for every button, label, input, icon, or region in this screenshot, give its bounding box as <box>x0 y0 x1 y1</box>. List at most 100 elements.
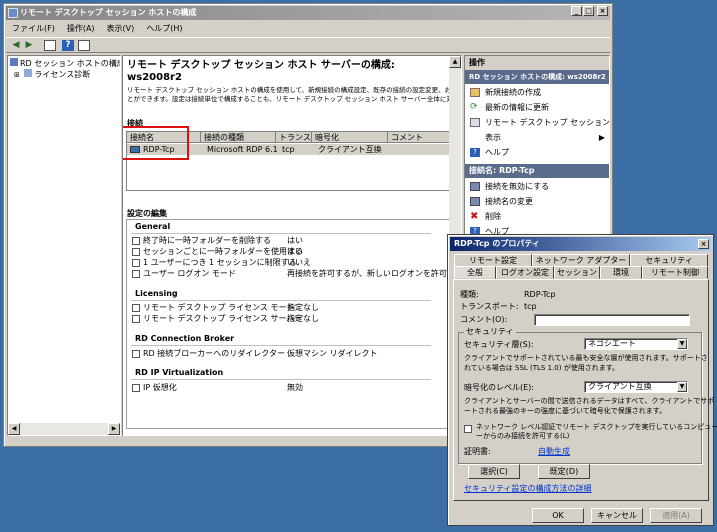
window-title: リモート デスクトップ セッション ホストの構成 <box>20 8 197 17</box>
rename-icon <box>470 197 480 206</box>
action-pane-icon[interactable] <box>78 40 90 51</box>
dialog-title: RDP-Tcp のプロパティ <box>454 239 540 248</box>
column-header[interactable]: トランス... <box>276 132 312 143</box>
scroll-right-icon[interactable]: ▶ <box>108 423 120 435</box>
menu-help[interactable]: ヘルプ(H) <box>140 22 188 36</box>
tree-root[interactable]: RD セッション ホストの構成: ws2 <box>10 58 120 69</box>
delete-icon: ✖ <box>470 211 479 222</box>
apply-button[interactable]: 適用(A) <box>650 508 702 523</box>
section-licensing: Licensing <box>135 289 178 298</box>
column-header[interactable]: 暗号化 <box>312 132 388 143</box>
setting-name[interactable]: セッションごとに一時フォルダーを使用する <box>143 247 303 257</box>
setting-icon <box>132 237 140 245</box>
select-button[interactable]: 選択(C) <box>468 464 520 479</box>
tree-hscroll[interactable]: ◀ ▶ <box>8 423 120 435</box>
center-pane: リモート デスクトップ セッション ホスト サーバーの構成: ws2008r2 … <box>122 55 462 436</box>
action-rdsh-settings[interactable]: リモート デスクトップ セッション ホスト... <box>465 115 609 130</box>
encryption-desc-2: ートされる最強のキーの強度に基づいて暗号化で保護されます。 <box>464 407 667 415</box>
cancel-button[interactable]: キャンセル <box>591 508 643 523</box>
help-icon[interactable]: ? <box>62 40 74 51</box>
setting-value: はい <box>287 236 303 245</box>
setting-icon <box>132 270 140 278</box>
section-ip-virtualization: RD IP Virtualization <box>135 368 224 377</box>
setting-name[interactable]: リモート デスクトップ ライセンス モード <box>143 303 294 313</box>
nla-checkbox[interactable] <box>464 425 472 433</box>
description-line-2: とができます。設定は接続単位で構成することも、リモート デスクトップ セッション… <box>127 95 462 103</box>
expand-icon[interactable]: ⊞ <box>14 71 20 79</box>
comment-label: コメント(O): <box>460 315 508 324</box>
setting-name[interactable]: 1 ユーザーにつき 1 セッションに制限する <box>143 258 297 268</box>
comment-input[interactable] <box>534 314 690 326</box>
actions-group-connection[interactable]: 接続名: RDP-Tcp <box>465 164 609 178</box>
tree-pane: RD セッション ホストの構成: ws2 ⊞ ライセンス診断 ◀ ▶ <box>7 55 121 436</box>
app-icon <box>8 8 18 18</box>
dialog-close-button[interactable]: × <box>698 239 709 249</box>
menu-file[interactable]: ファイル(F) <box>6 22 61 36</box>
cell-connection-type: Microsoft RDP 6.1 <box>207 145 278 154</box>
setting-value: いいえ <box>287 258 311 267</box>
security-layer-label: セキュリティ層(S): <box>464 340 534 349</box>
forward-icon[interactable]: ▶ <box>23 40 35 51</box>
window-titlebar[interactable]: リモート デスクトップ セッション ホストの構成 <box>6 6 610 20</box>
menu-action[interactable]: 操作(A) <box>61 22 101 36</box>
transport-value: tcp <box>524 302 537 311</box>
tab-sessions[interactable]: セッション <box>554 266 600 279</box>
server-name: ws2008r2 <box>127 72 182 83</box>
chevron-down-icon[interactable]: ▼ <box>677 382 687 392</box>
actions-group-server[interactable]: RD セッション ホストの構成: ws2008r2 <box>465 70 609 84</box>
tab-general[interactable]: 全般 <box>454 266 496 279</box>
settings-list: General 終了時に一時フォルダーを削除する はい セッションごとに一時フォ… <box>126 219 461 429</box>
action-rename[interactable]: 接続名の変更 <box>465 194 609 209</box>
action-help[interactable]: ? ヘルプ <box>465 145 609 160</box>
chevron-down-icon[interactable]: ▼ <box>677 339 687 349</box>
setting-icon <box>132 248 140 256</box>
section-connection-broker: RD Connection Broker <box>135 334 235 343</box>
action-delete[interactable]: ✖ 削除 <box>465 209 609 224</box>
action-disable-connection[interactable]: 接続を無効にする <box>465 179 609 194</box>
action-refresh[interactable]: ⟳ 最新の情報に更新 <box>465 100 609 115</box>
divider <box>131 345 431 346</box>
transport-label: トランスポート: <box>460 302 519 311</box>
tab-environment[interactable]: 環境 <box>600 266 642 279</box>
ok-button[interactable]: OK <box>532 508 584 523</box>
setting-icon <box>132 384 140 392</box>
setting-name[interactable]: IP 仮想化 <box>143 383 177 393</box>
action-view[interactable]: 表示 ▶ <box>465 130 609 145</box>
setting-icon <box>132 350 140 358</box>
minimize-button[interactable]: _ <box>571 6 582 16</box>
close-button[interactable]: × <box>597 6 608 16</box>
setting-name[interactable]: ユーザー ログオン モード <box>143 269 236 279</box>
maximize-button[interactable]: □ <box>583 6 594 16</box>
learn-more-link[interactable]: セキュリティ設定の構成方法の詳細 <box>464 484 592 494</box>
setting-name[interactable]: リモート デスクトップ ライセンス サーバー <box>143 314 302 324</box>
action-new-connection[interactable]: 新規接続の作成 <box>465 85 609 100</box>
scroll-up-icon[interactable]: ▲ <box>449 56 461 68</box>
security-layer-dropdown[interactable]: ネゴシエート ▼ <box>584 338 688 350</box>
nla-label-2[interactable]: ーからのみ接続を許可する(L) <box>476 431 569 441</box>
refresh-icon: ⟳ <box>470 102 478 112</box>
setting-name[interactable]: RD 接続ブローカーへのリダイレクター <box>143 349 285 359</box>
default-button[interactable]: 既定(D) <box>538 464 590 479</box>
properties-icon <box>470 118 480 127</box>
submenu-arrow-icon: ▶ <box>598 133 605 142</box>
tree-child-licensing[interactable]: ⊞ ライセンス診断 <box>14 69 90 80</box>
scroll-left-icon[interactable]: ◀ <box>8 423 20 435</box>
menu-view[interactable]: 表示(V) <box>101 22 141 36</box>
setting-name[interactable]: 終了時に一時フォルダーを削除する <box>143 236 271 246</box>
back-icon[interactable]: ◀ <box>10 40 22 51</box>
dialog-titlebar[interactable]: RDP-Tcp のプロパティ <box>450 237 711 251</box>
security-group-label: セキュリティ <box>464 327 516 337</box>
tab-panel: 種類: RDP-Tcp トランスポート: tcp コメント(O): セキュリティ… <box>453 279 717 501</box>
divider <box>131 233 431 234</box>
show-tree-icon[interactable] <box>44 40 56 51</box>
setting-value: 再接続を許可するが、新しいログオンを許可しない <box>287 269 462 278</box>
new-connection-icon <box>470 88 480 97</box>
tab-remote-control[interactable]: リモート制御 <box>642 266 708 279</box>
column-header[interactable]: 接続の種類 <box>201 132 276 143</box>
setting-icon <box>132 315 140 323</box>
certificate-value[interactable]: 自動生成 <box>538 447 570 457</box>
encryption-dropdown[interactable]: クライアント互換 ▼ <box>584 381 688 393</box>
setting-value: 無効 <box>287 383 303 392</box>
tab-logon-settings[interactable]: ログオン設定 <box>496 266 554 279</box>
certificate-label: 証明書: <box>464 447 491 456</box>
